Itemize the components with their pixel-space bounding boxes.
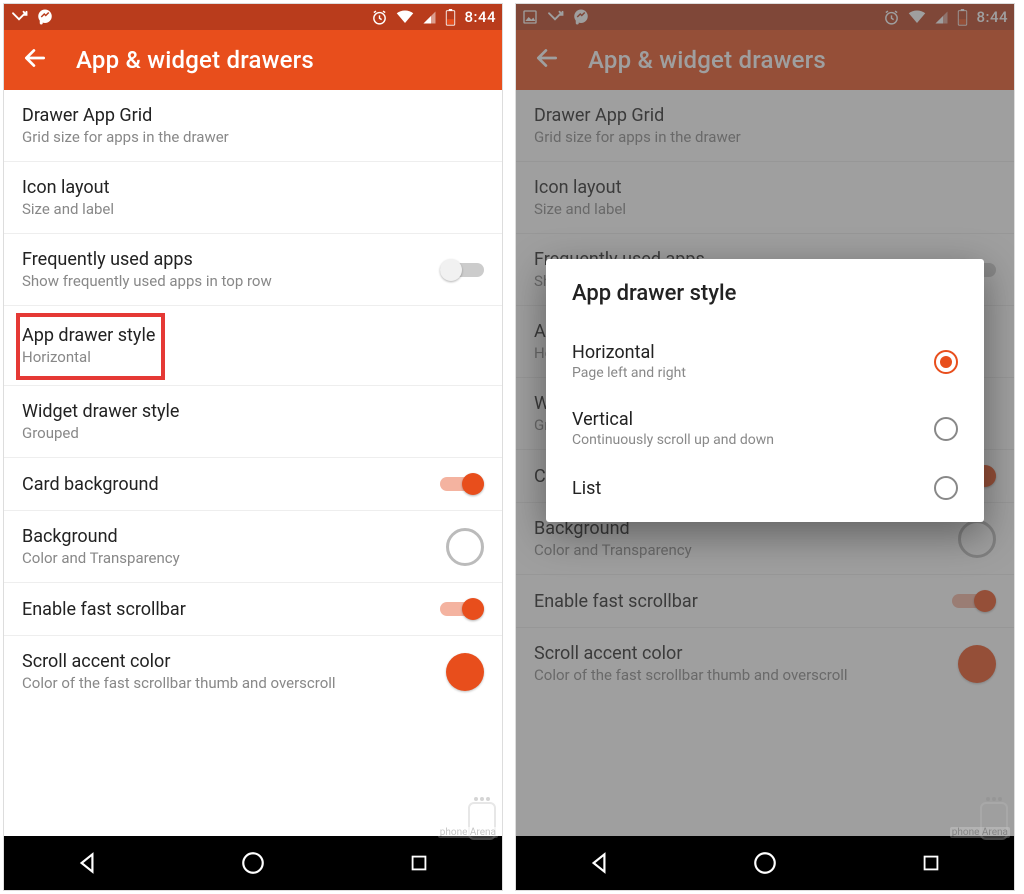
- battery-icon: [957, 9, 968, 26]
- watermark: phone Arena: [980, 797, 1008, 840]
- cell-signal-icon: [422, 10, 437, 25]
- setting-app-drawer-style[interactable]: App drawer style Horizontal: [4, 306, 502, 386]
- option-title: Vertical: [572, 409, 934, 430]
- radio-horizontal[interactable]: [934, 350, 958, 374]
- status-bar: 8:44: [516, 4, 1014, 30]
- setting-drawer-app-grid[interactable]: Drawer App Grid Grid size for apps in th…: [516, 90, 1014, 162]
- battery-icon: [445, 9, 456, 26]
- messenger-icon: [36, 8, 54, 26]
- alarm-icon: [371, 9, 388, 26]
- dialog-option-list[interactable]: List: [572, 462, 958, 514]
- setting-sub: Grouped: [22, 424, 484, 442]
- setting-title: Card background: [22, 474, 430, 495]
- nav-bar: [516, 836, 1014, 890]
- status-bar: 8:44: [4, 4, 502, 30]
- setting-title: Icon layout: [534, 177, 996, 198]
- missed-call-icon: [546, 10, 564, 24]
- color-swatch-scroll-accent[interactable]: [958, 645, 996, 683]
- setting-frequently-used[interactable]: Frequently used apps Show frequently use…: [4, 234, 502, 306]
- back-button[interactable]: [534, 45, 560, 75]
- toggle-fast-scrollbar[interactable]: [952, 590, 996, 612]
- appbar-title: App & widget drawers: [76, 46, 314, 74]
- missed-call-icon: [10, 10, 28, 24]
- phone-left: 8:44 App & widget drawers Drawer App Gri…: [3, 3, 503, 891]
- dialog-title: App drawer style: [572, 281, 958, 306]
- setting-sub: Grid size for apps in the drawer: [534, 128, 996, 146]
- option-title: List: [572, 478, 934, 499]
- nav-bar: [4, 836, 502, 890]
- setting-title: Drawer App Grid: [534, 105, 996, 126]
- setting-scroll-accent-color[interactable]: Scroll accent color Color of the fast sc…: [4, 636, 502, 694]
- option-title: Horizontal: [572, 342, 934, 363]
- radio-list[interactable]: [934, 476, 958, 500]
- cell-signal-icon: [934, 10, 949, 25]
- setting-title: Scroll accent color: [534, 643, 948, 664]
- dialog-option-vertical[interactable]: Vertical Continuously scroll up and down: [572, 395, 958, 462]
- setting-background[interactable]: Background Color and Transparency: [4, 511, 502, 583]
- image-icon: [522, 9, 538, 25]
- setting-title: App drawer style: [22, 325, 155, 346]
- nav-home-button[interactable]: [747, 845, 783, 881]
- setting-title: Enable fast scrollbar: [22, 599, 430, 620]
- color-swatch-scroll-accent[interactable]: [446, 653, 484, 691]
- wifi-icon: [908, 10, 926, 24]
- status-time: 8:44: [976, 8, 1008, 26]
- setting-icon-layout[interactable]: Icon layout Size and label: [516, 162, 1014, 234]
- setting-title: Scroll accent color: [22, 651, 436, 672]
- status-time: 8:44: [464, 8, 496, 26]
- setting-title: Drawer App Grid: [22, 105, 484, 126]
- color-swatch-background[interactable]: [446, 528, 484, 566]
- setting-sub: Horizontal: [22, 348, 155, 366]
- setting-sub: Color of the fast scrollbar thumb and ov…: [22, 674, 436, 692]
- setting-sub: Color of the fast scrollbar thumb and ov…: [534, 666, 948, 684]
- setting-sub: Color and Transparency: [22, 549, 436, 567]
- nav-recent-button[interactable]: [401, 845, 437, 881]
- option-sub: Page left and right: [572, 365, 934, 381]
- dialog-app-drawer-style: App drawer style Horizontal Page left an…: [546, 259, 984, 522]
- alarm-icon: [883, 9, 900, 26]
- setting-card-background[interactable]: Card background: [4, 458, 502, 511]
- setting-sub: Show frequently used apps in top row: [22, 272, 430, 290]
- setting-icon-layout[interactable]: Icon layout Size and label: [4, 162, 502, 234]
- setting-title: Background: [22, 526, 436, 547]
- nav-home-button[interactable]: [235, 845, 271, 881]
- highlight-rectangle: App drawer style Horizontal: [16, 313, 165, 380]
- wifi-icon: [396, 10, 414, 24]
- setting-sub: Size and label: [534, 200, 996, 218]
- color-swatch-background[interactable]: [958, 520, 996, 558]
- setting-title: Widget drawer style: [22, 401, 484, 422]
- toggle-fast-scrollbar[interactable]: [440, 598, 484, 620]
- nav-back-button[interactable]: [69, 845, 105, 881]
- nav-back-button[interactable]: [581, 845, 617, 881]
- app-bar: App & widget drawers: [4, 30, 502, 90]
- setting-widget-drawer-style[interactable]: Widget drawer style Grouped: [4, 386, 502, 458]
- back-button[interactable]: [22, 45, 48, 75]
- setting-enable-fast-scrollbar[interactable]: Enable fast scrollbar: [4, 583, 502, 636]
- appbar-title: App & widget drawers: [588, 46, 826, 74]
- setting-title: Icon layout: [22, 177, 484, 198]
- setting-sub: Grid size for apps in the drawer: [22, 128, 484, 146]
- radio-vertical[interactable]: [934, 417, 958, 441]
- phone-right: 8:44 App & widget drawers Drawer App Gri…: [515, 3, 1015, 891]
- setting-scroll-accent-color[interactable]: Scroll accent color Color of the fast sc…: [516, 628, 1014, 686]
- setting-sub: Color and Transparency: [534, 541, 948, 559]
- setting-enable-fast-scrollbar[interactable]: Enable fast scrollbar: [516, 575, 1014, 628]
- toggle-card-background[interactable]: [440, 473, 484, 495]
- setting-drawer-app-grid[interactable]: Drawer App Grid Grid size for apps in th…: [4, 90, 502, 162]
- toggle-frequently-used[interactable]: [440, 259, 484, 281]
- settings-list: Drawer App Grid Grid size for apps in th…: [4, 90, 502, 694]
- watermark: phone Arena: [468, 797, 496, 840]
- nav-recent-button[interactable]: [913, 845, 949, 881]
- setting-sub: Size and label: [22, 200, 484, 218]
- setting-title: Enable fast scrollbar: [534, 591, 942, 612]
- messenger-icon: [572, 8, 590, 26]
- setting-title: Frequently used apps: [22, 249, 430, 270]
- app-bar: App & widget drawers: [516, 30, 1014, 90]
- option-sub: Continuously scroll up and down: [572, 432, 934, 448]
- dialog-option-horizontal[interactable]: Horizontal Page left and right: [572, 328, 958, 395]
